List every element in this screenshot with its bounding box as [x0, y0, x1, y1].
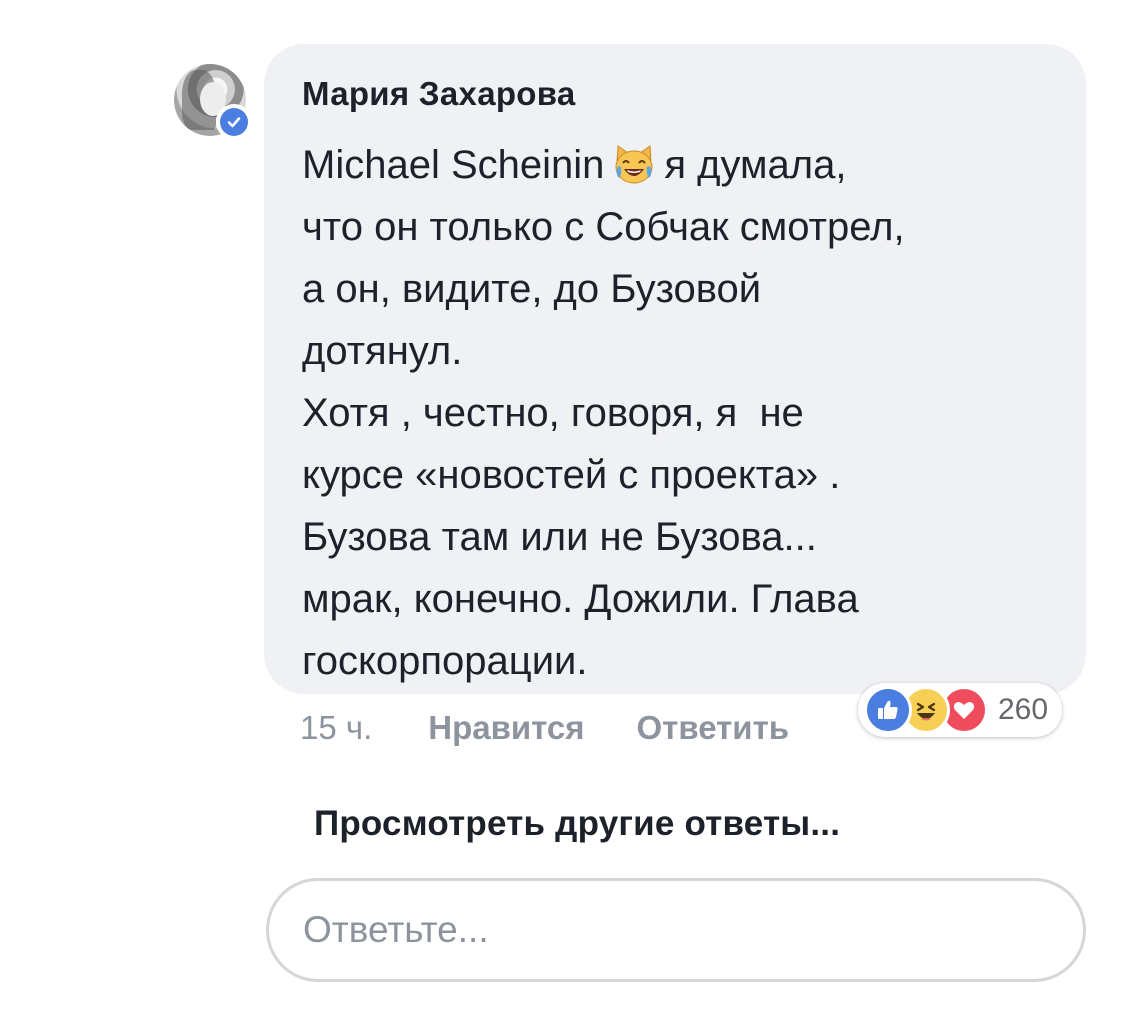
like-button[interactable]: Нравится — [428, 709, 584, 747]
comment-meta: 15 ч. Нравится Ответить — [300, 706, 841, 750]
comment-bubble: Мария Захарова Michael Scheinin я думала… — [264, 44, 1086, 694]
reply-input[interactable] — [266, 878, 1086, 982]
comment-line-5: Хотя , честно, говоря, я не — [302, 391, 804, 435]
joy-cat-icon — [612, 142, 656, 186]
verified-check-icon — [220, 108, 248, 136]
comment-line-8: мрак, конечно. Дожили. Глава — [302, 577, 859, 621]
reaction-count: 260 — [998, 693, 1049, 726]
avatar[interactable] — [174, 64, 252, 140]
comment-author[interactable]: Мария Захарова — [302, 74, 1048, 114]
reactions-summary[interactable]: 260 — [858, 683, 1063, 737]
comment-line-3: а он, видите, до Бузовой — [302, 267, 762, 311]
comment-line-4: дотянул. — [302, 329, 463, 373]
comment-line-1: Michael Scheinin я думала, — [302, 134, 1062, 196]
verified-badge — [216, 104, 252, 140]
comment-line-text: я думала, — [664, 143, 847, 187]
comment-line-7: Бузова там или не Бузова... — [302, 515, 817, 559]
like-icon — [864, 686, 912, 734]
comment-timestamp[interactable]: 15 ч. — [300, 709, 372, 747]
comment-line-6: курсе «новостей с проекта» . — [302, 453, 841, 497]
comment-line-2: что он только с Собчак смотрел, — [302, 205, 905, 249]
view-more-replies-link[interactable]: Просмотреть другие ответы... — [314, 804, 840, 844]
comment-thread: Мария Захарова Michael Scheinin я думала… — [0, 0, 1125, 1028]
mention-link[interactable]: Michael Scheinin — [302, 143, 604, 187]
comment-text: Michael Scheinin я думала, что он только… — [302, 134, 1062, 692]
reply-button[interactable]: Ответить — [637, 709, 790, 747]
